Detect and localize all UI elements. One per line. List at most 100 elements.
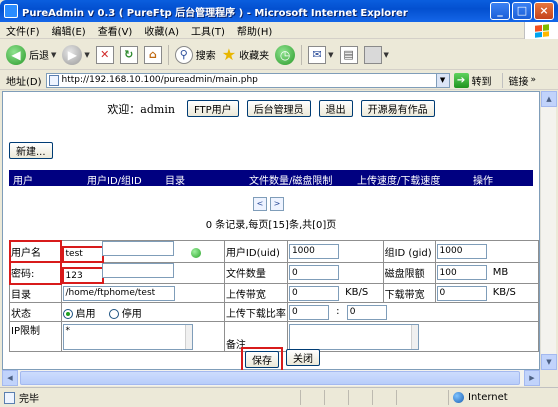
print-button[interactable]: ▤	[339, 45, 358, 64]
col-uid-gid[interactable]: 用户ID/组ID	[87, 172, 142, 187]
upload-bw-input[interactable]: 0	[288, 285, 339, 301]
menu-tools[interactable]: 工具(T)	[191, 23, 225, 38]
disk-unit: MB	[492, 266, 509, 278]
username-input-tail[interactable]	[101, 241, 174, 256]
remark-textarea[interactable]	[288, 323, 419, 350]
scroll-thumb[interactable]	[20, 371, 520, 385]
menu-file[interactable]: 文件(F)	[6, 23, 40, 38]
status-cell	[396, 390, 420, 405]
status-cell	[372, 390, 396, 405]
page-icon	[48, 74, 59, 86]
password-input-tail[interactable]	[101, 262, 174, 278]
gid-input[interactable]: 1000	[436, 243, 487, 259]
col-user[interactable]: 用户	[13, 172, 33, 187]
address-dropdown-icon[interactable]: ▼	[435, 73, 449, 87]
go-arrow-icon[interactable]: ➔	[453, 72, 469, 88]
ratio-up-input[interactable]: 0	[288, 304, 329, 320]
address-label: 地址(D)	[6, 76, 42, 88]
ie-app-icon	[4, 4, 18, 18]
close-button[interactable]: 关闭	[286, 349, 320, 366]
back-button[interactable]: ◀ 后退 ▼	[6, 44, 56, 65]
download-bw-label: 下载带宽	[382, 283, 436, 303]
links-button[interactable]: 链接	[501, 72, 529, 88]
menu-help[interactable]: 帮助(H)	[237, 23, 272, 38]
forward-dropdown-icon[interactable]: ▼	[84, 51, 89, 59]
home-button[interactable]: ⌂	[143, 45, 162, 64]
download-bw-input[interactable]: 0	[436, 285, 487, 301]
enabled-label: 启用	[75, 308, 96, 320]
go-button[interactable]: 转到	[472, 73, 492, 88]
enabled-radio[interactable]	[62, 308, 73, 319]
edit-page-icon	[363, 45, 382, 64]
forward-button[interactable]: ▶ ▼	[62, 44, 90, 65]
directory-input[interactable]: /home/ftphome/test	[62, 285, 175, 301]
prev-page-button[interactable]: <	[253, 197, 267, 211]
textarea-scrollbar[interactable]	[410, 324, 418, 349]
back-arrow-icon: ◀	[6, 44, 26, 65]
col-directory[interactable]: 目录	[165, 172, 185, 187]
col-actions[interactable]: 操作	[473, 172, 493, 187]
upload-bw-label: 上传带宽	[223, 283, 288, 303]
status-cell	[348, 390, 372, 405]
stop-button[interactable]: ✕	[95, 45, 114, 64]
scroll-left-icon[interactable]: ◀	[2, 370, 18, 386]
disabled-radio[interactable]	[108, 308, 119, 319]
disk-limit-input[interactable]: 100	[436, 265, 487, 281]
mail-dropdown-icon[interactable]: ▼	[328, 51, 333, 59]
scroll-up-icon[interactable]: ▲	[541, 91, 557, 107]
close-window-button[interactable]: ×	[534, 2, 554, 20]
ftp-users-button[interactable]: FTP用户	[186, 100, 239, 117]
scroll-down-icon[interactable]: ▼	[541, 354, 557, 370]
status-text: 完毕	[19, 394, 39, 405]
username-input[interactable]: test	[61, 245, 104, 263]
refresh-button[interactable]: ↻	[119, 45, 138, 64]
address-input[interactable]: http://192.168.10.100/pureadmin/main.php…	[45, 72, 450, 88]
form-actions: 保存 关闭	[241, 347, 320, 372]
password-input[interactable]: 123	[61, 267, 104, 284]
scroll-right-icon[interactable]: ▶	[524, 370, 540, 386]
open-source-button[interactable]: 开源易有作品	[360, 100, 435, 117]
ratio-label: 上传下载比率	[223, 302, 288, 322]
col-speed[interactable]: 上传速度/下载速度	[357, 172, 440, 187]
menu-favorites[interactable]: 收藏(A)	[144, 23, 179, 38]
zone-label: Internet	[468, 392, 508, 403]
ip-limit-value: *	[65, 325, 71, 336]
address-url: http://192.168.10.100/pureadmin/main.php	[61, 75, 258, 85]
vertical-scrollbar[interactable]: ▲ ▼	[540, 91, 557, 370]
ip-limit-textarea[interactable]: *	[62, 323, 193, 350]
admins-button[interactable]: 后台管理员	[246, 100, 311, 117]
next-page-button[interactable]: >	[270, 197, 284, 211]
horizontal-scrollbar[interactable]: ◀ ▶	[2, 370, 540, 386]
menu-view[interactable]: 查看(V)	[98, 23, 133, 38]
save-button[interactable]: 保存	[245, 351, 279, 368]
toolbar-separator	[301, 44, 303, 65]
textarea-scrollbar[interactable]	[184, 324, 192, 349]
ratio-down-input[interactable]: 0	[346, 304, 387, 320]
history-button[interactable]: ◷	[275, 44, 296, 65]
mail-button[interactable]: ✉ ▼	[308, 45, 334, 64]
user-form: 用户名 test 用户ID(uid) 1000 组ID (gid) 1000 密…	[8, 239, 540, 352]
uid-input[interactable]: 1000	[288, 243, 339, 259]
new-user-button[interactable]: 新建...	[9, 142, 53, 159]
edit-dropdown-icon[interactable]: ▼	[384, 51, 389, 59]
maximize-button[interactable]: □	[512, 2, 532, 20]
menu-edit[interactable]: 编辑(E)	[52, 23, 86, 38]
file-count-input[interactable]: 0	[288, 265, 339, 281]
col-files-disk[interactable]: 文件数量/磁盘限制	[249, 172, 332, 187]
directory-label: 目录	[9, 283, 62, 303]
windows-logo-icon	[524, 22, 558, 39]
stop-icon: ✕	[95, 45, 114, 64]
print-icon: ▤	[339, 45, 358, 64]
search-button[interactable]: ⚲ 搜索	[174, 45, 216, 64]
mail-icon: ✉	[308, 45, 327, 64]
minimize-button[interactable]: _	[490, 2, 510, 20]
chevron-right-icon[interactable]: »	[531, 75, 537, 85]
edit-button[interactable]: ▼	[363, 45, 389, 64]
logout-button[interactable]: 退出	[318, 100, 353, 117]
favorites-button[interactable]: ★ 收藏夹	[222, 45, 269, 64]
security-zone: Internet	[448, 390, 508, 405]
file-count-label: 文件数量	[223, 261, 288, 284]
title-bar: PureAdmin v 0.3 ( PureFtp 后台管理程序 ) - Mic…	[0, 0, 558, 22]
done-page-icon	[4, 391, 15, 404]
back-dropdown-icon[interactable]: ▼	[51, 51, 56, 59]
